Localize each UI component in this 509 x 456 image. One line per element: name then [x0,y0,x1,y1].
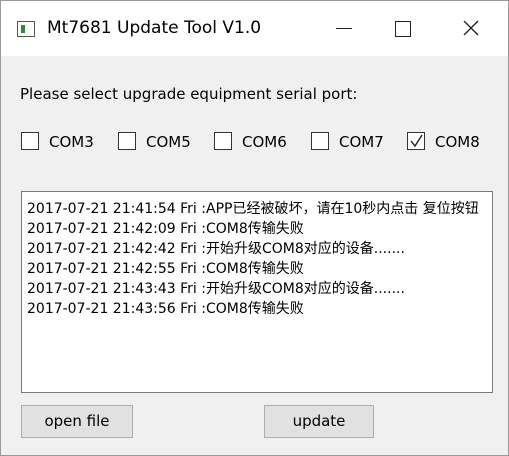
close-icon [463,20,479,36]
port-label: COM7 [339,133,384,151]
minimize-button[interactable] [322,1,368,56]
update-button[interactable]: update [264,405,374,438]
log-line: 2017-07-21 21:43:56 Fri :COM8传输失败 [27,301,304,317]
log-line: 2017-07-21 21:42:09 Fri :COM8传输失败 [27,221,304,237]
checkbox-box[interactable] [311,132,329,150]
log-output[interactable]: 2017-07-21 21:41:54 Fri :APP已经被破坏，请在10秒内… [21,191,493,393]
port-checkbox-group: COM3 COM5 COM6 COM7 COM8 [1,131,508,155]
port-label: COM8 [435,133,480,151]
checkmark-icon [410,134,423,148]
app-window: Mt7681 Update Tool V1.0 Please select up… [0,0,509,456]
port-label: COM5 [146,133,191,151]
log-line: 2017-07-21 21:42:42 Fri :开始升级COM8对应的设备..… [27,241,405,257]
open-file-button[interactable]: open file [21,405,133,438]
checkbox-box[interactable] [214,132,232,150]
port-label: COM6 [242,133,287,151]
log-line: 2017-07-21 21:42:55 Fri :COM8传输失败 [27,261,304,277]
log-line: 2017-07-21 21:41:54 Fri :APP已经被破坏，请在10秒内… [27,201,479,217]
app-icon [17,21,35,37]
checkbox-box[interactable] [118,132,136,150]
maximize-button[interactable] [380,1,426,56]
port-label: COM3 [49,133,94,151]
title-bar[interactable]: Mt7681 Update Tool V1.0 [1,1,508,56]
serial-port-prompt: Please select upgrade equipment serial p… [20,85,358,103]
window-title: Mt7681 Update Tool V1.0 [47,18,262,38]
log-line: 2017-07-21 21:43:43 Fri :开始升级COM8对应的设备..… [27,281,405,297]
close-button[interactable] [448,1,494,56]
checkbox-box[interactable] [21,132,39,150]
